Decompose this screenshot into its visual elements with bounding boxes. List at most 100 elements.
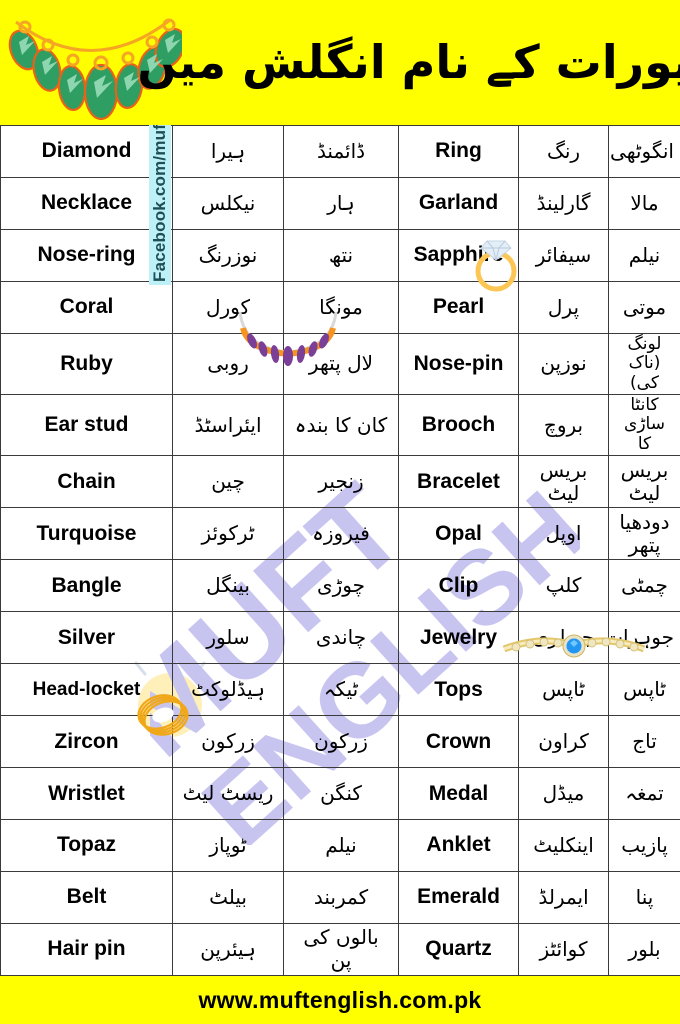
- cell-urdu-meaning-left: ٹیکہ: [283, 663, 399, 717]
- cell-urdu-translit-left: نوزرنگ: [172, 228, 284, 282]
- cell-english-right: Crown: [398, 715, 519, 769]
- cell-urdu-meaning-left: زنجیر: [283, 455, 399, 509]
- cell-english-right: Ring: [398, 125, 519, 178]
- cell-urdu-meaning-right: کانٹا ساڑی کا: [608, 394, 680, 457]
- cell-english-right: Nose-pin: [398, 332, 519, 396]
- table-row: Wristlet ریسٹ لیٹ کنگن Medal میڈل تمغہ: [0, 767, 680, 820]
- table-row: Ear stud ایئراسٹڈ کان کا بندہ Brooch بروچ کان…: [0, 394, 680, 457]
- cell-urdu-meaning-right: بریس لیٹ: [608, 455, 680, 509]
- cell-english-right: Anklet: [398, 818, 519, 872]
- cell-urdu-meaning-left: زرکون: [283, 715, 399, 769]
- cell-urdu-meaning-right: تاج: [608, 715, 680, 769]
- cell-urdu-meaning-left: نیلم: [283, 818, 399, 872]
- cell-english-left: Topaz: [0, 818, 173, 872]
- cell-urdu-translit-right: بریس لیٹ: [518, 455, 609, 509]
- cell-urdu-translit-right: سیفائر: [518, 228, 609, 282]
- cell-urdu-meaning-left: ہار: [283, 176, 399, 230]
- table-row: Head-locket ہیڈلوکٹ ٹیکہ Tops ٹاپس ٹاپس: [0, 663, 680, 717]
- table-row: Bangle بینگل چوڑی Clip کلپ چمٹی: [0, 559, 680, 613]
- cell-urdu-meaning-right: ٹاپس: [608, 663, 680, 717]
- cell-urdu-translit-left: ٹوپاز: [172, 818, 284, 872]
- cell-urdu-translit-right: گارلینڈ: [518, 176, 609, 230]
- cell-english-left: Necklace: [0, 176, 173, 230]
- cell-urdu-translit-left: بینگل: [172, 559, 284, 613]
- cell-urdu-translit-left: ہیئرپن: [172, 922, 284, 976]
- cell-urdu-meaning-right: مالا: [608, 176, 680, 230]
- cell-english-left: Hair pin: [0, 922, 173, 976]
- cell-urdu-meaning-left: کان کا بندہ: [283, 394, 399, 457]
- cell-english-right: Quartz: [398, 922, 519, 976]
- jewelry-vocabulary-infographic: زیورات کے نام انگلش میں MUFT ENGLISH Fac…: [0, 0, 680, 1024]
- cell-urdu-translit-right: نوزپن: [518, 332, 609, 396]
- cell-urdu-meaning-left: لال پتھر: [283, 332, 399, 396]
- cell-english-left: Zircon: [0, 715, 173, 769]
- cell-english-left: Ruby: [0, 332, 173, 396]
- website-url: www.muftenglish.com.pk: [198, 986, 482, 1013]
- table-row: Coral کورل مونگا Pearl پرل موتی: [0, 280, 680, 334]
- cell-urdu-translit-right: میڈل: [518, 767, 609, 820]
- cell-urdu-translit-left: کورل: [172, 280, 284, 334]
- cell-urdu-translit-left: بیلٹ: [172, 870, 284, 924]
- table-row: Necklace نیکلس ہار Garland گارلینڈ مالا: [0, 176, 680, 230]
- cell-urdu-translit-left: ہیڈلوکٹ: [172, 663, 284, 717]
- table-body: Diamond ہیرا ڈائمنڈ Ring رنگ انگوٹھی Necklace ن…: [0, 125, 680, 976]
- cell-urdu-meaning-right: پازیب: [608, 818, 680, 872]
- cell-urdu-translit-right: رنگ: [518, 125, 609, 178]
- table-row: Zircon زرکون زرکون Crown کراون تاج: [0, 715, 680, 769]
- cell-urdu-meaning-left: چاندی: [283, 611, 399, 665]
- cell-english-right: Emerald: [398, 870, 519, 924]
- cell-urdu-meaning-right: موتی: [608, 280, 680, 334]
- table-row: Belt بیلٹ کمربند Emerald ایمرلڈ پنا: [0, 870, 680, 924]
- cell-english-right: Garland: [398, 176, 519, 230]
- cell-urdu-meaning-right: نیلم: [608, 228, 680, 282]
- cell-urdu-meaning-right: پنا: [608, 870, 680, 924]
- page-title: زیورات کے نام انگلش میں: [137, 35, 680, 89]
- cell-urdu-meaning-left: ڈائمنڈ: [283, 125, 399, 178]
- cell-urdu-meaning-left: کنگن: [283, 767, 399, 820]
- cell-english-right: Medal: [398, 767, 519, 820]
- table-row: Diamond ہیرا ڈائمنڈ Ring رنگ انگوٹھی: [0, 125, 680, 178]
- cell-urdu-meaning-left: کمربند: [283, 870, 399, 924]
- cell-english-right: Clip: [398, 559, 519, 613]
- cell-english-left: Head-locket: [0, 663, 173, 717]
- cell-urdu-translit-left: روبی: [172, 332, 284, 396]
- cell-english-left: Silver: [0, 611, 173, 665]
- cell-urdu-meaning-right: بلور: [608, 922, 680, 976]
- cell-urdu-meaning-left: چوڑی: [283, 559, 399, 613]
- cell-english-left: Diamond: [0, 125, 173, 178]
- cell-english-left: Ear stud: [0, 394, 173, 457]
- cell-english-left: Turquoise: [0, 507, 173, 561]
- cell-urdu-translit-right: کلپ: [518, 559, 609, 613]
- cell-urdu-translit-right: اینکلیٹ: [518, 818, 609, 872]
- table-row: Ruby روبی لال پتھر Nose-pin نوزپن لونگ (ناک ک…: [0, 332, 680, 396]
- cell-urdu-meaning-right: دودھیا پتھر: [608, 507, 680, 561]
- cell-urdu-translit-left: زرکون: [172, 715, 284, 769]
- cell-english-right: Pearl: [398, 280, 519, 334]
- cell-urdu-translit-right: جیولری: [518, 611, 609, 665]
- cell-english-right: Bracelet: [398, 455, 519, 509]
- cell-english-left: Chain: [0, 455, 173, 509]
- cell-urdu-meaning-right: تمغہ: [608, 767, 680, 820]
- table-row: Topaz ٹوپاز نیلم Anklet اینکلیٹ پازیب: [0, 818, 680, 872]
- cell-urdu-translit-right: بروچ: [518, 394, 609, 457]
- table-row: Turquoise ٹرکوئز فیروزہ Opal اوپل دودھیا پتھر: [0, 507, 680, 561]
- cell-urdu-translit-right: ٹاپس: [518, 663, 609, 717]
- header-banner: زیورات کے نام انگلش میں: [0, 0, 680, 125]
- cell-urdu-meaning-left: نتھ: [283, 228, 399, 282]
- cell-english-left: Belt: [0, 870, 173, 924]
- cell-english-left: Coral: [0, 280, 173, 334]
- cell-urdu-translit-right: پرل: [518, 280, 609, 334]
- table-row: Chain چین زنجیر Bracelet بریس لیٹ بریس لیٹ: [0, 455, 680, 509]
- cell-urdu-meaning-left: بالوں کی پن: [283, 922, 399, 976]
- cell-english-left: Bangle: [0, 559, 173, 613]
- facebook-watermark: Facebook.com/muftenglish88: [149, 125, 171, 285]
- cell-english-left: Nose-ring: [0, 228, 173, 282]
- cell-urdu-translit-left: ایئراسٹڈ: [172, 394, 284, 457]
- cell-urdu-translit-left: سلور: [172, 611, 284, 665]
- table-row: Hair pin ہیئرپن بالوں کی پن Quartz کوائٹز بلو…: [0, 922, 680, 976]
- cell-urdu-translit-left: نیکلس: [172, 176, 284, 230]
- cell-english-right: Brooch: [398, 394, 519, 457]
- cell-urdu-translit-left: ٹرکوئز: [172, 507, 284, 561]
- vocabulary-table-area: MUFT ENGLISH Facebook.com/muftenglish88 …: [0, 125, 680, 976]
- cell-urdu-translit-right: کوائٹز: [518, 922, 609, 976]
